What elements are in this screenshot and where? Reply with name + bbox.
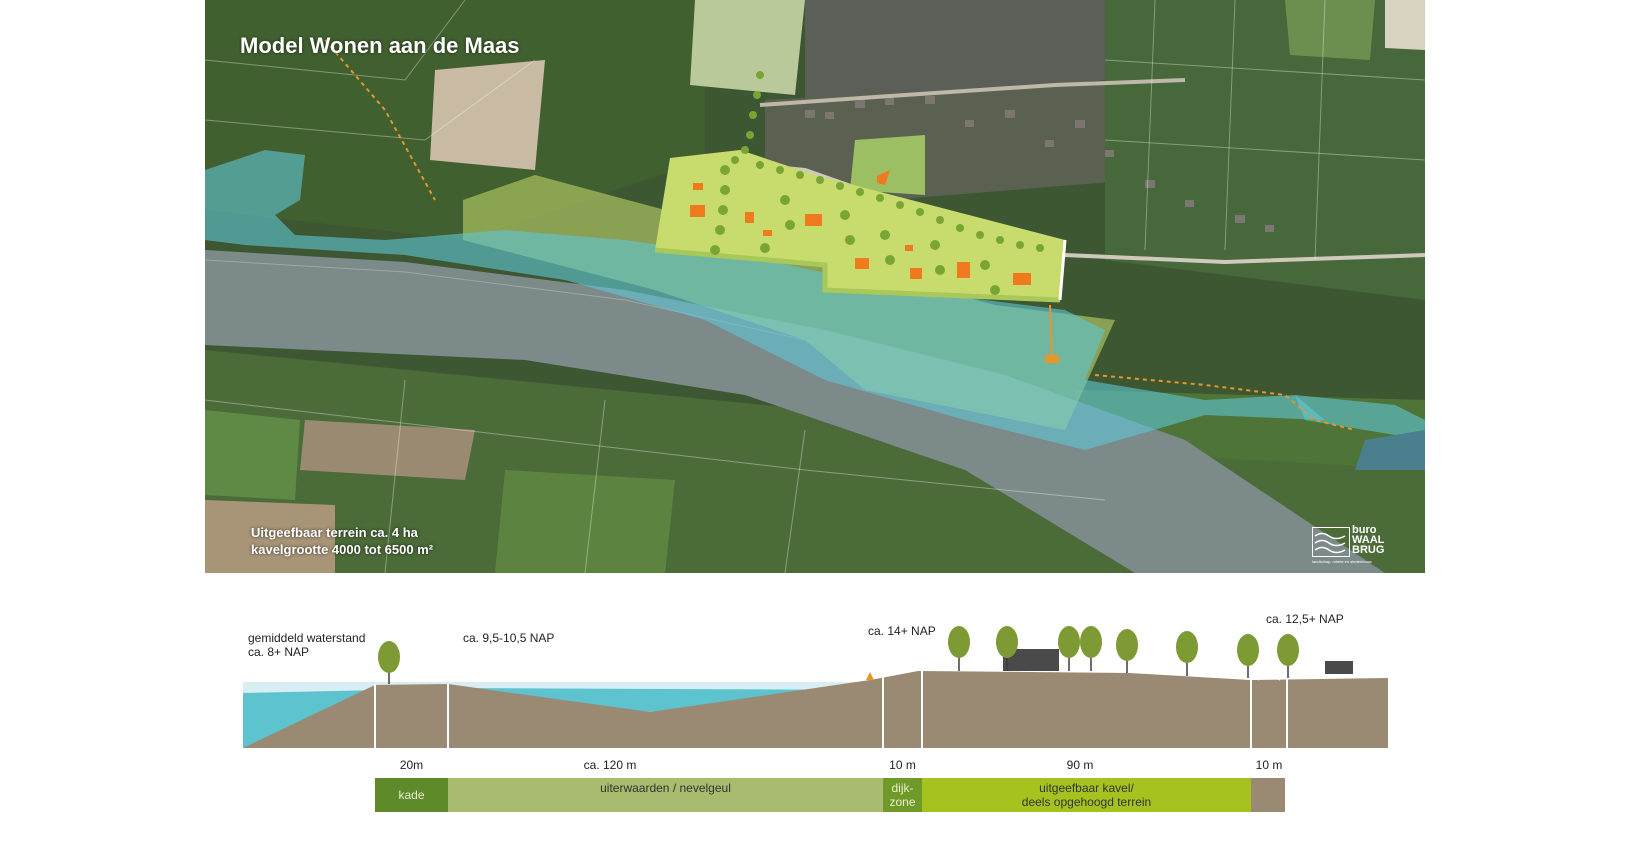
tree-icon — [1058, 626, 1080, 671]
tree-icon — [1080, 626, 1102, 671]
dim-kade: 20m — [399, 758, 424, 772]
zone-floodplain: uiterwaarden / nevelgeul — [448, 778, 883, 812]
tree-icon — [1277, 634, 1299, 678]
dim-road: 10 m — [1255, 758, 1283, 772]
culvert — [1257, 674, 1281, 681]
cross-section — [243, 626, 1388, 750]
plot-height-label: ca. 12,5+ NAP — [1266, 612, 1344, 626]
water-level-label-line2: ca. 8+ NAP — [248, 645, 310, 659]
dim-dike: 10 m — [889, 758, 916, 772]
zone-dike: dijk- zone — [883, 778, 922, 812]
zone-floodplain-label: uiterwaarden / nevelgeul — [600, 781, 731, 795]
dike-marker — [866, 672, 874, 680]
tree-icon — [378, 641, 400, 684]
water-level-label: gemiddeld waterstand ca. 8+ NAP — [248, 631, 365, 659]
dike-height-label: ca. 14+ NAP — [868, 624, 936, 638]
dim-floodplain: ca. 120 m — [583, 758, 637, 772]
tree-icon — [948, 626, 970, 671]
tree-icon — [1237, 634, 1259, 678]
section-shed — [1325, 661, 1353, 674]
dim-plot: 90 m — [1066, 758, 1094, 772]
zone-plot-label-line1: uitgeefbaar kavel/ — [1039, 781, 1134, 795]
tree-icon — [1116, 629, 1138, 673]
zone-kade: kade — [375, 778, 448, 812]
water-level-label-line1: gemiddeld waterstand — [248, 631, 366, 645]
floodplain-height-label: ca. 9,5-10,5 NAP — [463, 631, 555, 645]
zone-dike-label-line2: zone — [889, 795, 916, 809]
zone-dike-label-line1: dijk- — [891, 781, 914, 795]
zone-plot-label-line2: deels opgehoogd terrein — [1021, 795, 1152, 809]
tree-icon — [1176, 631, 1198, 676]
zone-kade-label: kade — [398, 788, 425, 802]
zone-plot: uitgeefbaar kavel/ deels opgehoogd terre… — [922, 778, 1251, 812]
zone-road — [1251, 778, 1285, 812]
